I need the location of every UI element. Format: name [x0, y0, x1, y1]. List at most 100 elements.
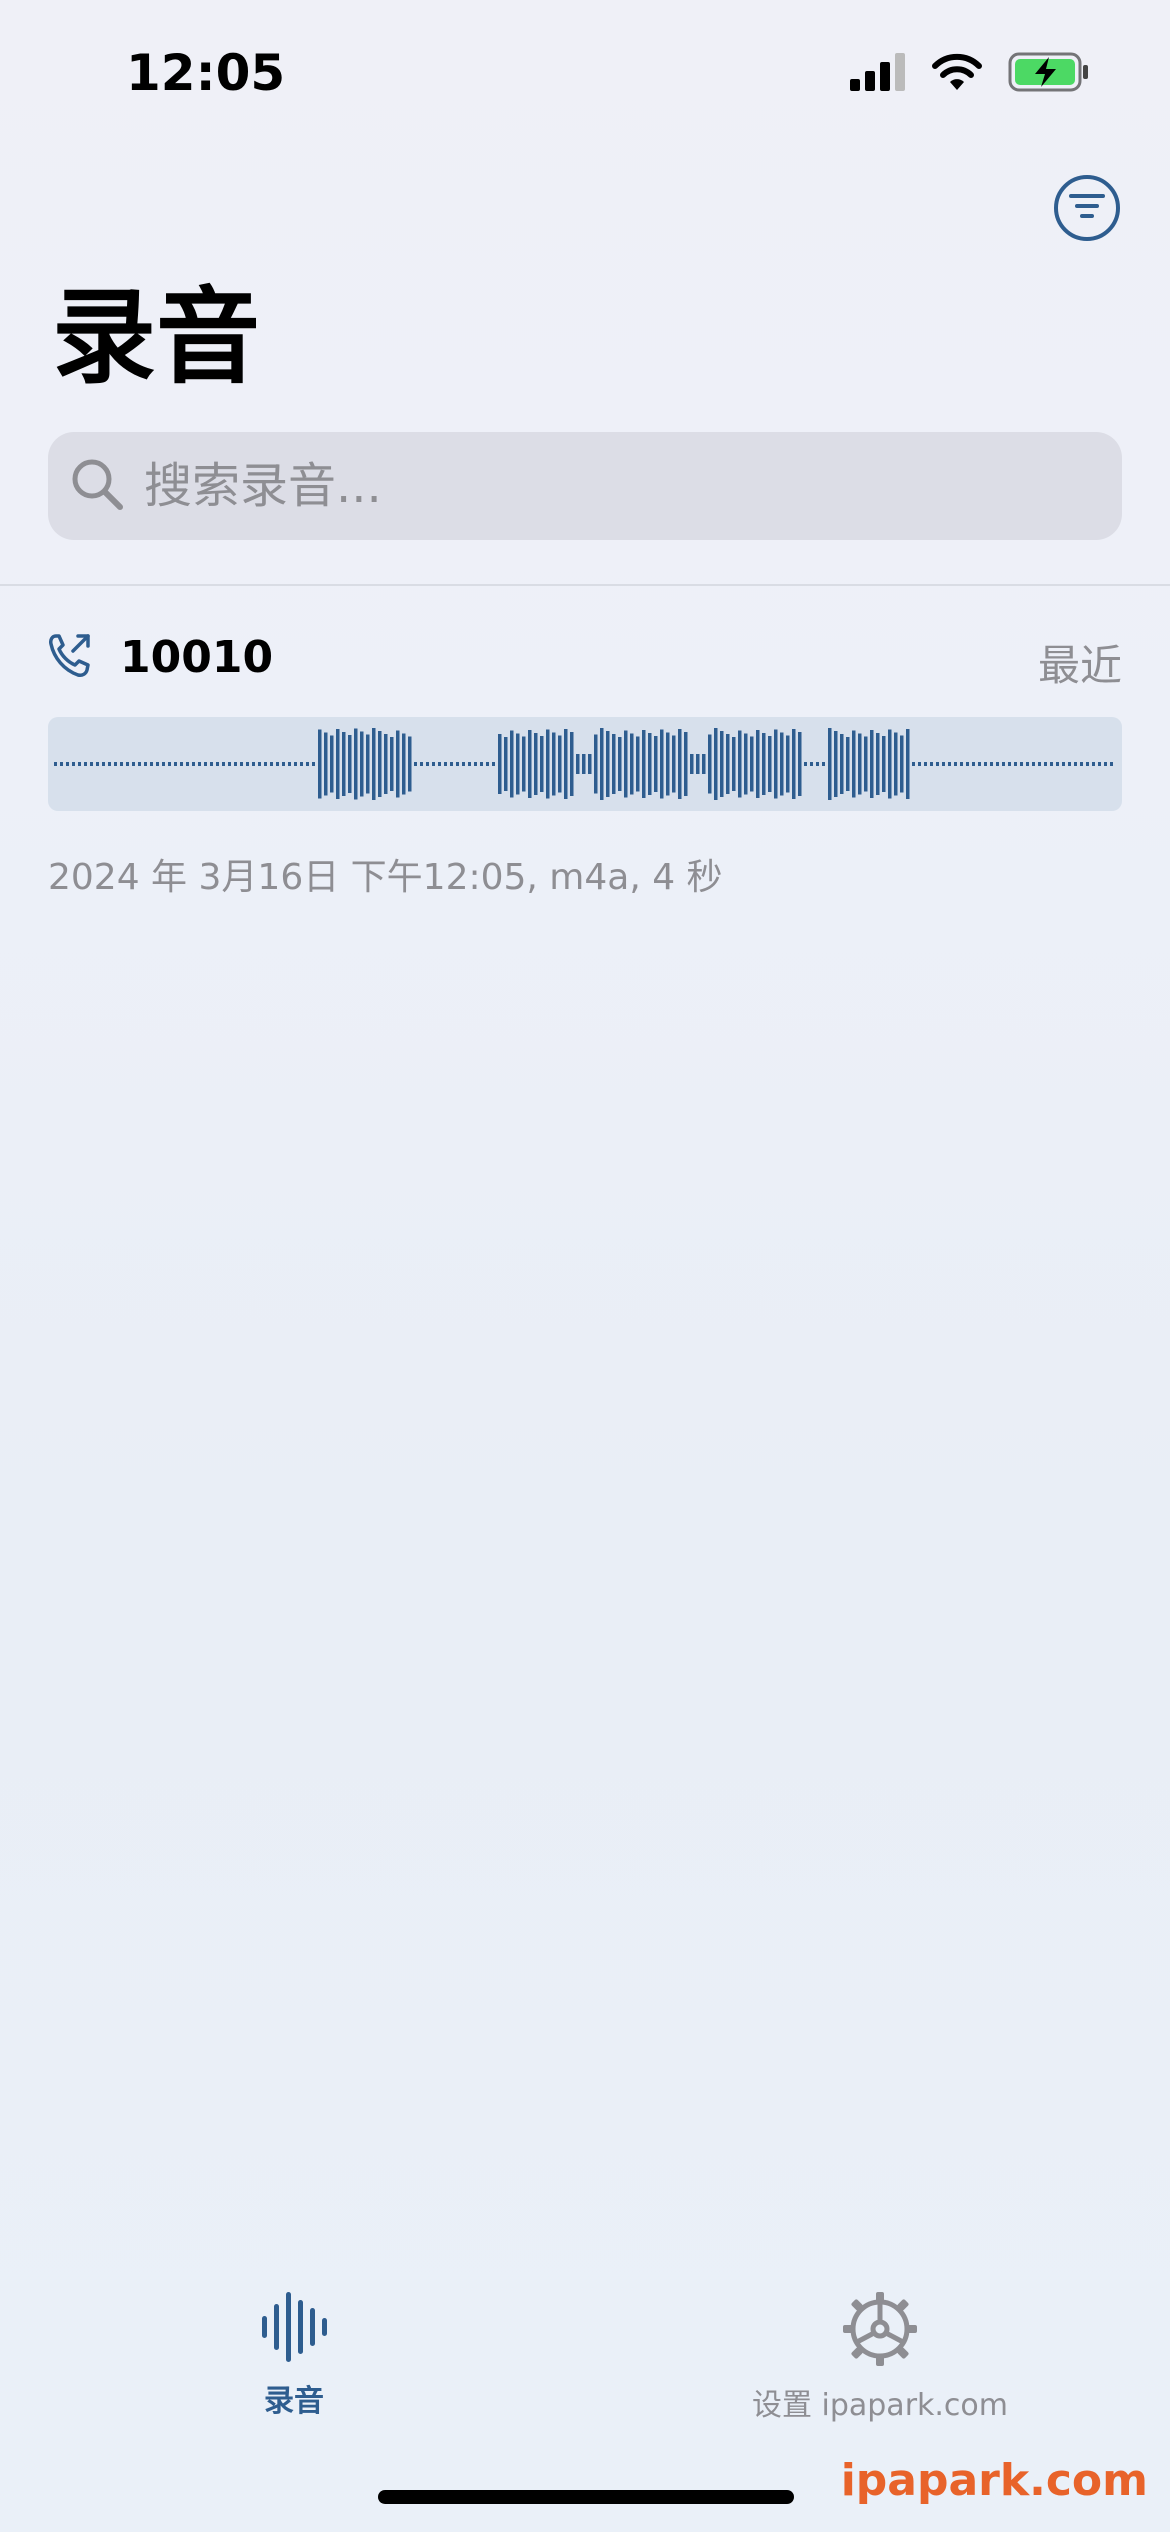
waveform-bar: [288, 762, 291, 766]
waveform-bar: [282, 762, 285, 766]
waveform-bar: [810, 762, 813, 766]
waveform-bar: [126, 762, 129, 766]
waveform-bar: [918, 762, 921, 766]
waveform-bar: [480, 762, 483, 766]
waveform-bar: [318, 729, 322, 799]
waveform-bar: [636, 736, 640, 792]
waveform-bar: [774, 729, 778, 799]
waveform-bar: [762, 733, 766, 795]
cellular-signal-icon: [850, 53, 906, 95]
waveform-bar: [936, 762, 939, 766]
waveform-bar: [234, 762, 237, 766]
search-icon: [70, 457, 124, 515]
waveform-bar: [324, 732, 328, 796]
tab-settings-label: 设置 ipapark.com: [751, 2388, 1009, 2423]
waveform-bar: [906, 729, 910, 799]
home-indicator[interactable]: [378, 2490, 794, 2504]
waveform-bar: [1086, 762, 1089, 766]
waveform-bar: [360, 731, 364, 797]
waveform-bar: [1068, 762, 1071, 766]
wifi-icon: [930, 52, 984, 96]
waveform-bar: [402, 733, 406, 795]
waveform-bar: [654, 736, 658, 792]
waveform-bar: [474, 762, 477, 766]
tab-settings[interactable]: 设置 ipapark.com: [700, 2290, 1060, 2424]
recording-item[interactable]: 10010 最近 2024 年 3月16日 下午12:05, m4a, 4 秒: [48, 620, 1122, 920]
waveform-bar: [102, 762, 105, 766]
waveform-bar: [210, 762, 213, 766]
waveform-bar: [798, 732, 802, 796]
status-icons: [850, 52, 1090, 96]
waveform-bar: [900, 735, 904, 793]
waveform-bar: [258, 762, 261, 766]
waveform-bar: [546, 729, 550, 799]
page-title: 录音: [52, 276, 261, 398]
waveform-bar: [270, 762, 273, 766]
waveform-bar: [1110, 762, 1113, 766]
waveform-bar: [780, 732, 784, 796]
waveform-bar: [594, 734, 598, 794]
waveform-bar: [174, 762, 177, 766]
waveform-bar: [588, 754, 592, 774]
waveform-bar: [168, 762, 171, 766]
waveform-bar: [984, 762, 987, 766]
waveform-bar: [156, 762, 159, 766]
waveform-bar: [960, 762, 963, 766]
waveform-bar: [672, 735, 676, 793]
waveform-bar: [300, 762, 303, 766]
waveform-bar: [510, 730, 514, 798]
waveform-bar: [1038, 762, 1041, 766]
waveform-bar: [1026, 762, 1029, 766]
waveform-bar: [666, 732, 670, 796]
waveform-bar: [120, 762, 123, 766]
waveform-bar: [678, 729, 682, 799]
waveform-bar: [450, 762, 453, 766]
waveform-bar: [222, 762, 225, 766]
waveform-bar: [684, 732, 688, 796]
waveform-bar: [924, 762, 927, 766]
waveform-bar: [954, 762, 957, 766]
waveform-bar: [276, 762, 279, 766]
waveform-bar: [1104, 762, 1107, 766]
waveform-bar: [630, 733, 634, 795]
recording-meta: 2024 年 3月16日 下午12:05, m4a, 4 秒: [48, 857, 723, 898]
waveform-bar: [78, 762, 81, 766]
waveform-bar: [84, 762, 87, 766]
search-input[interactable]: [142, 457, 1046, 515]
waveform-bar: [534, 733, 538, 795]
tab-recordings[interactable]: 录音: [214, 2290, 374, 2420]
waveform-bar: [948, 762, 951, 766]
waveform-bar: [852, 730, 856, 798]
filter-button[interactable]: [1054, 175, 1120, 241]
waveform-bar: [720, 731, 724, 797]
waveform-bar: [690, 754, 694, 774]
waveform-bar: [528, 730, 532, 798]
waveform-bar: [1080, 762, 1083, 766]
waveform-bar: [114, 762, 117, 766]
waveform-bar: [354, 728, 358, 800]
waveform-bar: [570, 732, 574, 796]
waveform-bar: [942, 762, 945, 766]
waveform-bar: [648, 733, 652, 795]
waveform-bar: [468, 762, 471, 766]
waveform-bar: [804, 762, 807, 766]
waveform-bar: [978, 762, 981, 766]
waveform-bar: [522, 736, 526, 792]
waveform-bar: [888, 729, 892, 799]
waveform-bar: [966, 762, 969, 766]
waveform-bar: [384, 734, 388, 794]
search-bar[interactable]: [48, 432, 1122, 540]
waveform-bar: [216, 762, 219, 766]
waveform-bar: [828, 728, 832, 800]
waveform[interactable]: [48, 717, 1122, 811]
waveform-bar: [996, 762, 999, 766]
waveform-bar: [1020, 762, 1023, 766]
tab-recordings-label: 录音: [264, 2384, 324, 2419]
waveform-bar: [882, 736, 886, 792]
waveform-bar: [348, 735, 352, 793]
watermark: ipapark.com: [840, 2455, 1148, 2506]
waveform-bar: [186, 762, 189, 766]
waveform-bar: [708, 734, 712, 794]
waveform-bar: [600, 728, 604, 800]
waveform-bar: [558, 735, 562, 793]
